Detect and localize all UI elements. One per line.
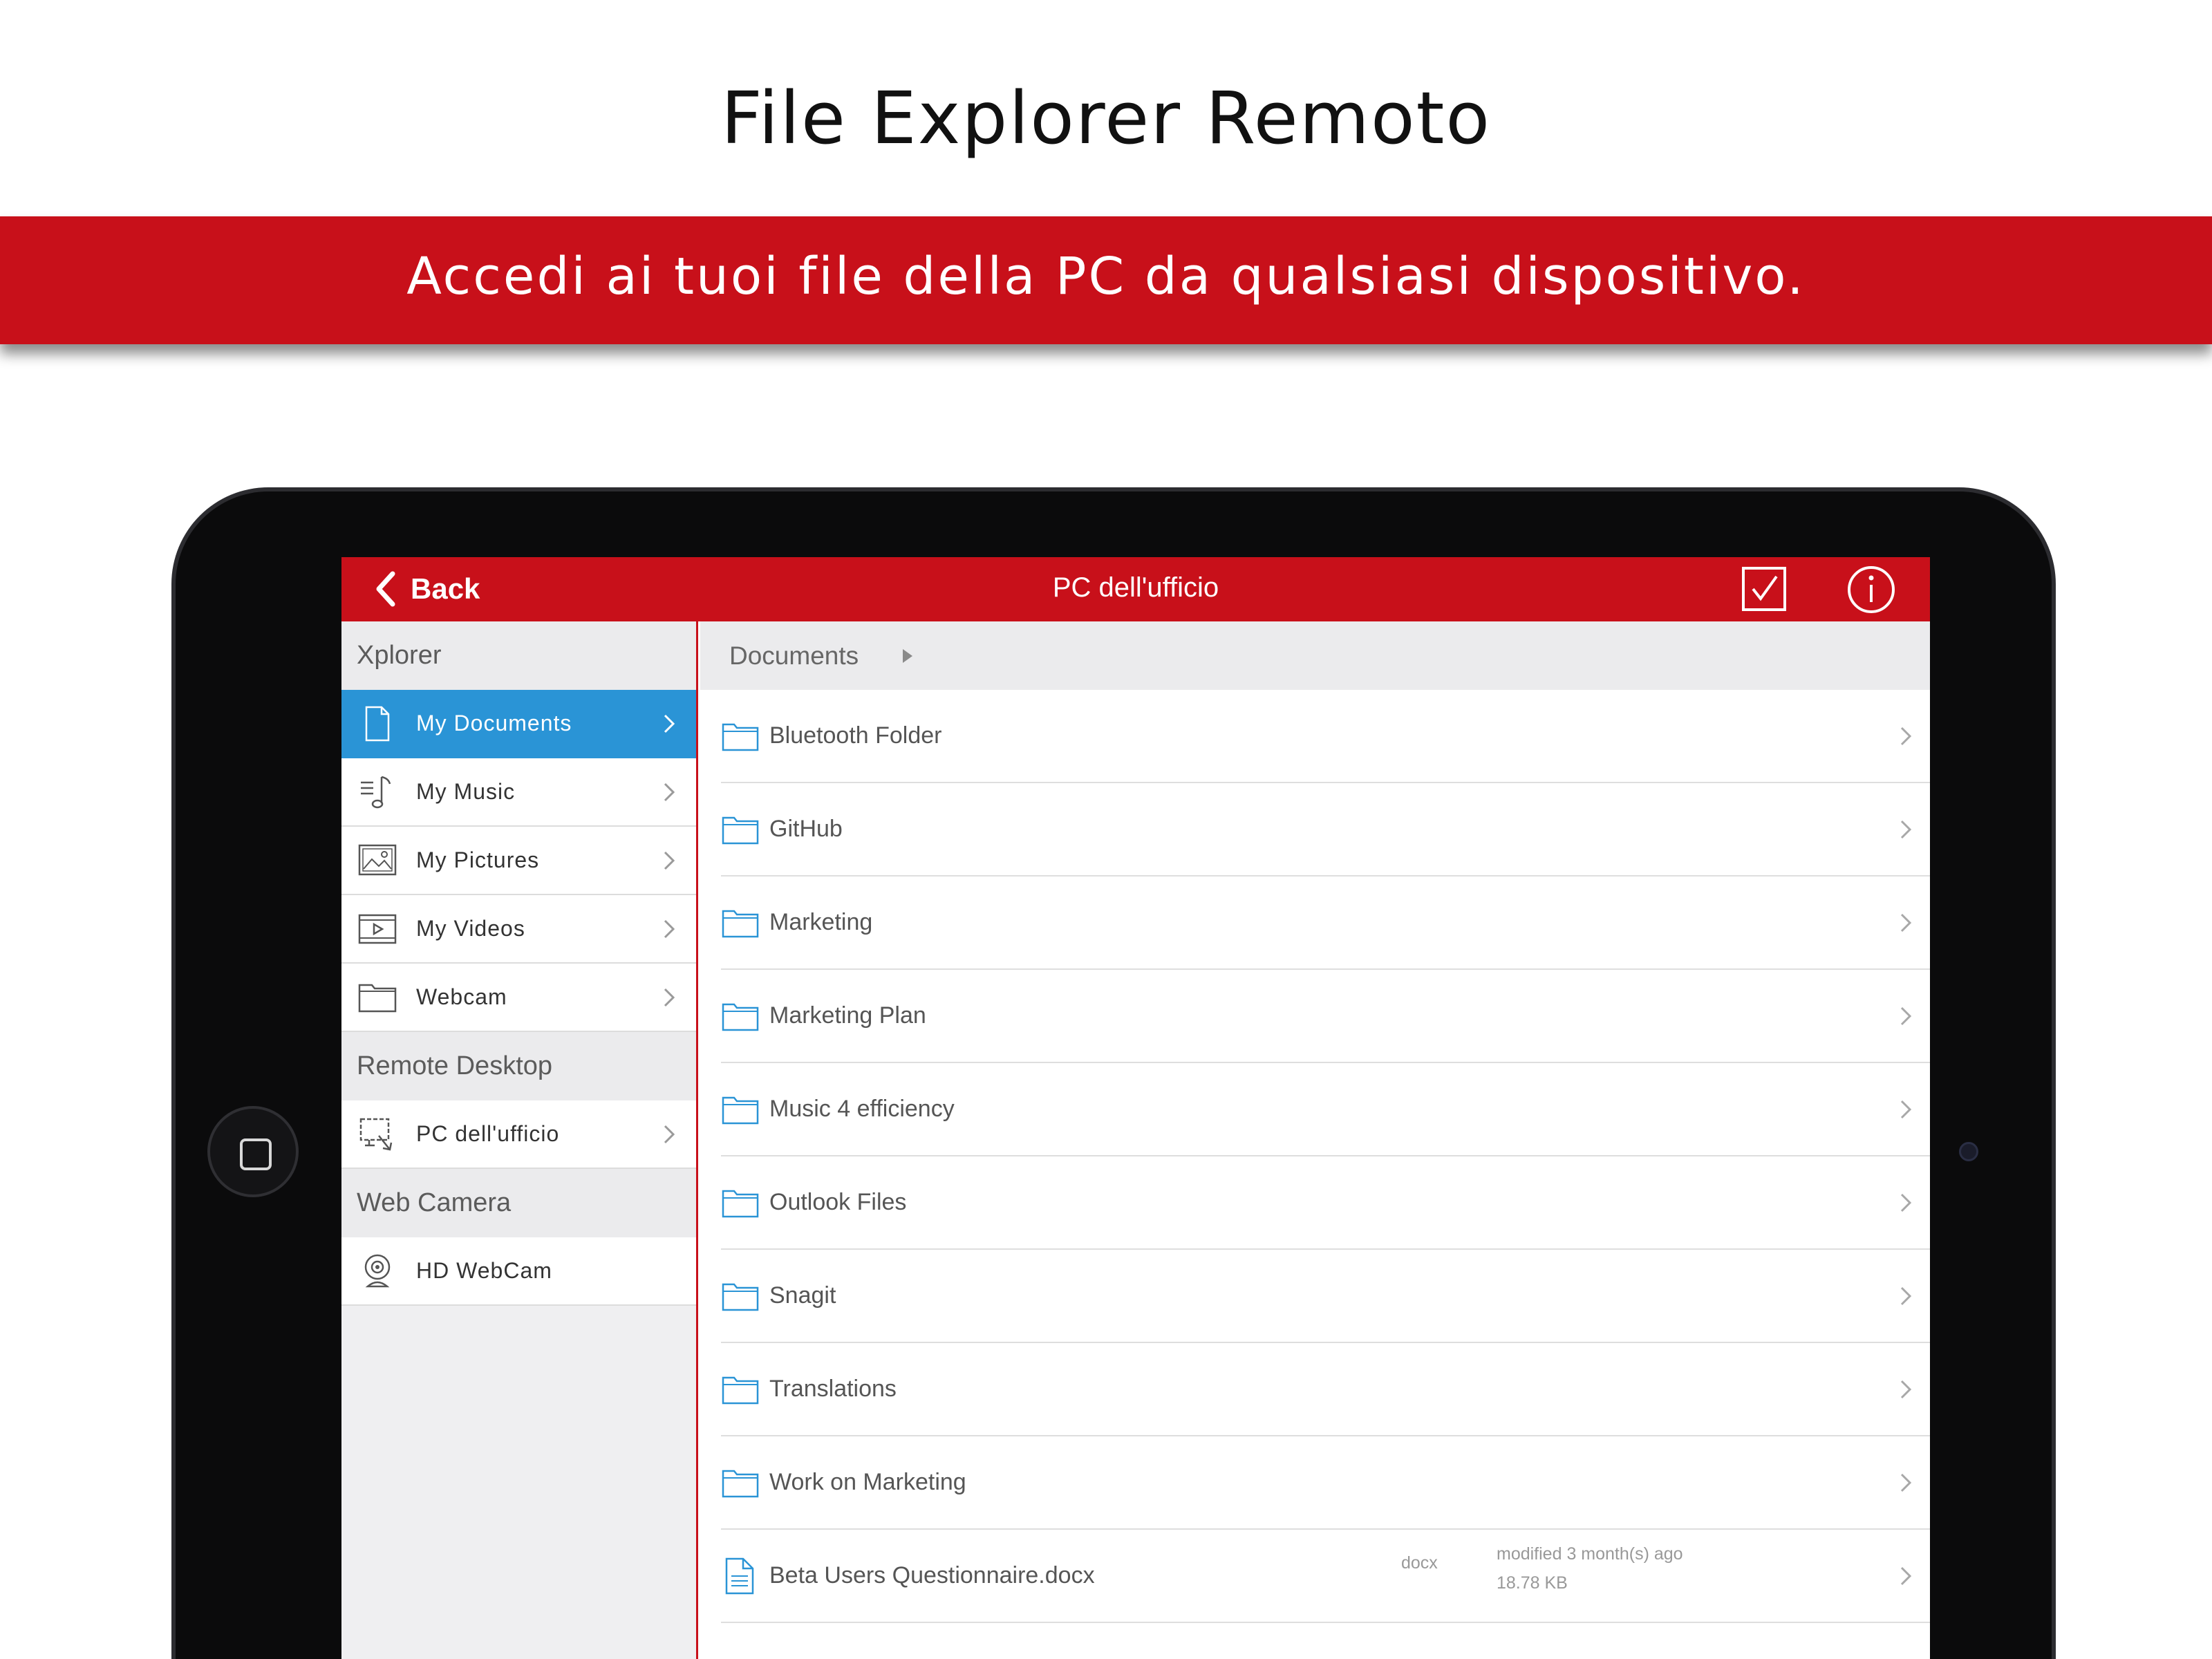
folder-name: Marketing Plan [769,1002,926,1029]
folder-row[interactable]: Work on Marketing [721,1436,1930,1530]
folder-row[interactable]: Outlook Files [721,1156,1930,1250]
sidebar-item-pc-dell-ufficio[interactable]: PC dell'ufficio [341,1100,696,1169]
document-icon [725,1557,754,1594]
chevron-right-icon [664,919,675,939]
file-extension: docx [1401,1553,1438,1573]
folder-icon [722,910,759,937]
promo-headline: File Explorer Remoto [720,76,1492,160]
folder-list: Bluetooth Folder GitHub Marketing Market… [700,690,1930,1530]
section-header-remote-desktop: Remote Desktop [341,1032,696,1100]
folder-icon [722,1190,759,1217]
chevron-right-icon [664,714,675,733]
file-list-panel: Documents Bluetooth Folder GitHub Market… [700,621,1930,1659]
file-size: 18.78 KB [1497,1573,1568,1593]
file-meta: modified 3 month(s) ago 18.78 KB [1497,1539,1683,1597]
folder-icon [722,1376,759,1404]
file-name: Beta Users Questionnaire.docx [769,1562,1095,1588]
folder-icon [358,984,397,1012]
folder-name: Work on Marketing [769,1469,966,1495]
promo-banner: Accedi ai tuoi file della PC da qualsias… [0,216,2212,344]
sidebar: Xplorer My Documents My Music My Picture… [341,621,698,1659]
chevron-right-icon [1900,913,1912,932]
navigation-bar: Back PC dell'ufficio [341,557,1930,621]
breadcrumb-label: Documents [729,641,859,670]
file-list: Beta Users Questionnaire.docx docx modif… [700,1530,1930,1623]
music-icon [361,776,391,808]
picture-icon [358,844,397,875]
chevron-right-icon [664,782,675,802]
page-title: PC dell'ufficio [1052,572,1219,603]
folder-row[interactable]: Snagit [721,1250,1930,1343]
folder-name: Music 4 efficiency [769,1096,955,1122]
folder-row[interactable]: Marketing Plan [721,970,1930,1063]
sidebar-item-hd-webcam[interactable]: HD WebCam [341,1237,696,1306]
sidebar-item-my-music[interactable]: My Music [341,758,696,827]
folder-row[interactable]: GitHub [721,783,1930,877]
sidebar-item-label: My Videos [416,916,525,941]
chevron-right-icon [1900,1566,1912,1586]
chevron-right-icon [664,1125,675,1144]
folder-icon [722,1003,759,1031]
app-screen: Back PC dell'ufficio Xplorer My Document… [341,557,1930,1659]
video-icon [358,914,397,944]
folder-name: GitHub [769,816,843,842]
chevron-right-icon [664,851,675,870]
chevron-right-icon [1900,1380,1912,1399]
folder-name: Bluetooth Folder [769,722,942,749]
folder-name: Translations [769,1376,897,1402]
folder-row[interactable]: Bluetooth Folder [721,690,1930,783]
folder-name: Snagit [769,1282,836,1309]
document-icon [365,706,390,741]
promo-tagline: Accedi ai tuoi file della PC da qualsias… [406,247,1806,306]
file-modified: modified 3 month(s) ago [1497,1544,1683,1564]
chevron-right-icon [1900,1193,1912,1212]
webcam-icon [364,1254,391,1287]
chevron-right-icon [1900,1006,1912,1026]
folder-row[interactable]: Translations [721,1343,1930,1436]
breadcrumb[interactable]: Documents [700,621,1930,690]
section-header-xplorer: Xplorer [341,621,696,690]
front-camera [1959,1142,1978,1161]
sidebar-item-my-documents[interactable]: My Documents [341,690,696,758]
sidebar-item-my-pictures[interactable]: My Pictures [341,827,696,895]
chevron-right-icon [1900,1286,1912,1306]
folder-icon [722,1283,759,1311]
info-icon[interactable] [1846,564,1897,615]
chevron-right-icon [1900,820,1912,839]
sidebar-item-label: My Documents [416,711,572,735]
sidebar-item-label: PC dell'ufficio [416,1121,560,1146]
chevron-right-icon [1900,1473,1912,1492]
sidebar-item-label: My Music [416,779,516,804]
remote-desktop-icon [359,1118,393,1150]
folder-row[interactable]: Marketing [721,877,1930,970]
folder-icon [722,723,759,751]
home-button[interactable] [207,1106,299,1197]
sidebar-item-label: Webcam [416,984,507,1009]
file-row[interactable]: Beta Users Questionnaire.docx docx modif… [721,1530,1930,1623]
folder-icon [722,1470,759,1497]
section-header-web-camera: Web Camera [341,1169,696,1237]
checkbox-icon[interactable] [1739,564,1789,614]
folder-icon [722,1096,759,1124]
folder-name: Marketing [769,909,873,935]
sidebar-item-label: My Pictures [416,847,540,872]
folder-name: Outlook Files [769,1189,907,1215]
sidebar-item-my-videos[interactable]: My Videos [341,895,696,964]
triangle-right-icon [903,648,913,663]
folder-icon [722,816,759,844]
chevron-right-icon [1900,727,1912,746]
folder-row[interactable]: Music 4 efficiency [721,1063,1930,1156]
sidebar-item-label: HD WebCam [416,1258,552,1283]
chevron-right-icon [1900,1100,1912,1119]
chevron-right-icon [664,988,675,1007]
sidebar-item-webcam[interactable]: Webcam [341,964,696,1032]
